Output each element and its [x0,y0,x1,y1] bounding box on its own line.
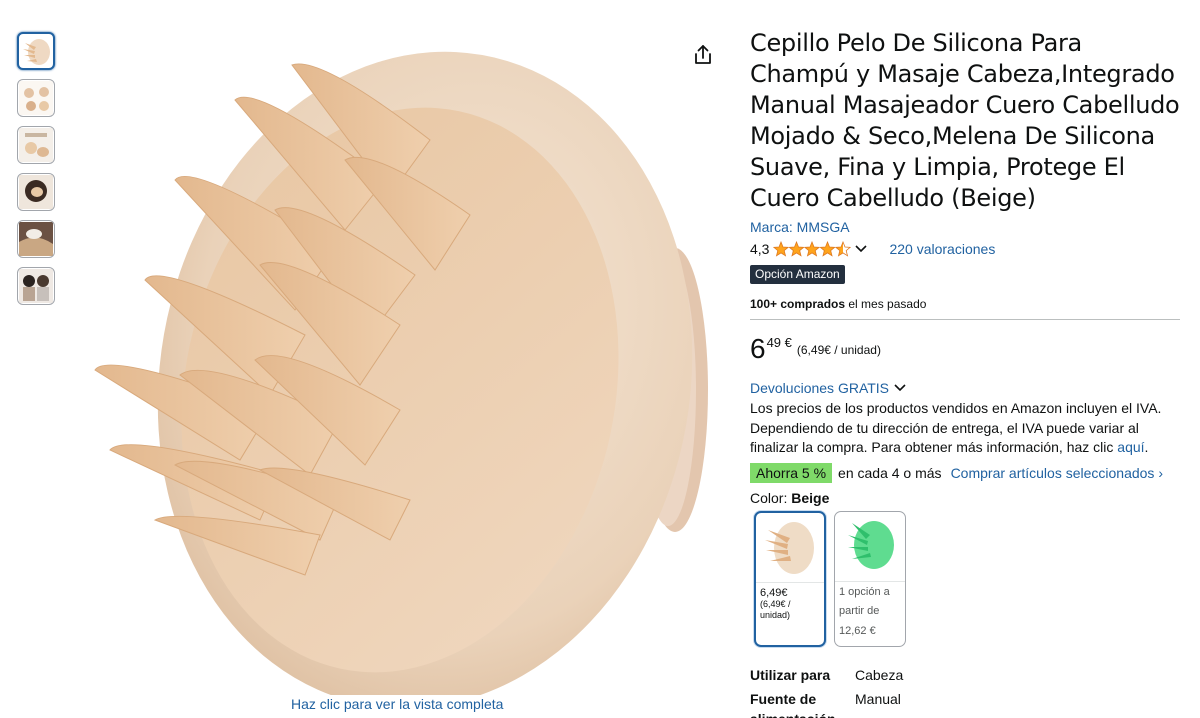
shop-selected-items-link[interactable]: Comprar artículos seleccionados › [951,465,1163,481]
thumbnail-hair-lather[interactable] [17,220,55,258]
swatch-green[interactable]: 1 opción a partir de 12,62 € [834,510,906,647]
rating-row: 4,3 220 valoraciones [750,238,1180,260]
brand-link[interactable]: Marca: MMSGA [750,218,850,236]
color-label: Color: Beige [750,489,1180,507]
spec-row: Utilizar para Cabeza [750,665,1180,685]
price-fraction: 49 € [766,335,792,350]
amazon-choice-badge: Opción Amazon [750,265,845,284]
thumbnail-hands[interactable] [17,79,55,117]
swatch-beige-unit-price: (6,49€ / unidad) [760,598,791,620]
spec-value: Manual [855,690,901,707]
product-specs: Utilizar para Cabeza Fuente de alimentac… [750,665,1180,718]
color-selected: Beige [791,489,830,506]
swatch-green-image [835,512,905,582]
bought-last-month: 100+ comprados el mes pasado [750,297,1180,320]
swatch-beige[interactable]: 6,49€ (6,49€ / unidad) [754,510,826,647]
bought-count: 100+ comprados [750,297,846,311]
color-label-text: Color: [750,489,792,506]
bought-period: el mes pasado [845,297,927,311]
savings-text: en cada 4 o más [838,464,942,481]
thumbnail-people[interactable] [17,267,55,305]
spec-key: Utilizar para [750,666,831,683]
vat-end: . [1144,439,1149,455]
main-product-image[interactable] [70,20,720,695]
thumbnail-list [17,32,57,314]
vat-notice: Los precios de los productos vendidos en… [750,399,1180,458]
share-icon[interactable] [691,43,715,67]
spec-row: Fuente de alimentación Manual [750,689,1180,718]
chevron-down-icon [894,384,906,392]
chevron-down-icon[interactable] [855,245,868,253]
rating-stars-icon[interactable] [773,241,852,257]
thumbnail-features[interactable] [17,126,55,164]
vat-text: Los precios de los productos vendidos en… [750,400,1162,455]
free-returns-link[interactable]: Devoluciones GRATIS [750,380,1180,396]
savings-badge: Ahorra 5 % [750,462,833,483]
vat-info-link[interactable]: aquí [1117,439,1144,455]
thumbnail-brush[interactable] [17,32,55,70]
swatch-beige-price: 6,49€ (6,49€ / unidad) [756,583,824,625]
thumbnail-hair-use[interactable] [17,173,55,211]
spec-key: Fuente de alimentación [750,690,836,718]
savings-promo: Ahorra 5 % en cada 4 o más Comprar artíc… [750,462,1180,483]
swatch-beige-price-value: 6,49€ [760,586,788,599]
price-whole: 6 [750,333,766,364]
swatch-beige-image [756,513,824,583]
product-info: Cepillo Pelo De Silicona Para Champú y M… [750,28,1180,718]
rating-value: 4,3 [750,241,770,257]
reviews-link[interactable]: 220 valoraciones [889,241,995,257]
free-returns-label: Devoluciones GRATIS [750,380,890,396]
swatch-green-offer: 1 opción a partir de 12,62 € [839,585,890,637]
product-title: Cepillo Pelo De Silicona Para Champú y M… [750,29,1180,212]
spec-value: Cabeza [855,666,904,683]
price-per-unit: (6,49€ / unidad) [796,343,881,357]
price: 6 49 € (6,49€ / unidad) [750,334,1180,366]
color-swatches: 6,49€ (6,49€ / unidad) 1 opción a partir… [750,510,1180,647]
view-full-image-link[interactable]: Haz clic para ver la vista completa [291,696,503,712]
